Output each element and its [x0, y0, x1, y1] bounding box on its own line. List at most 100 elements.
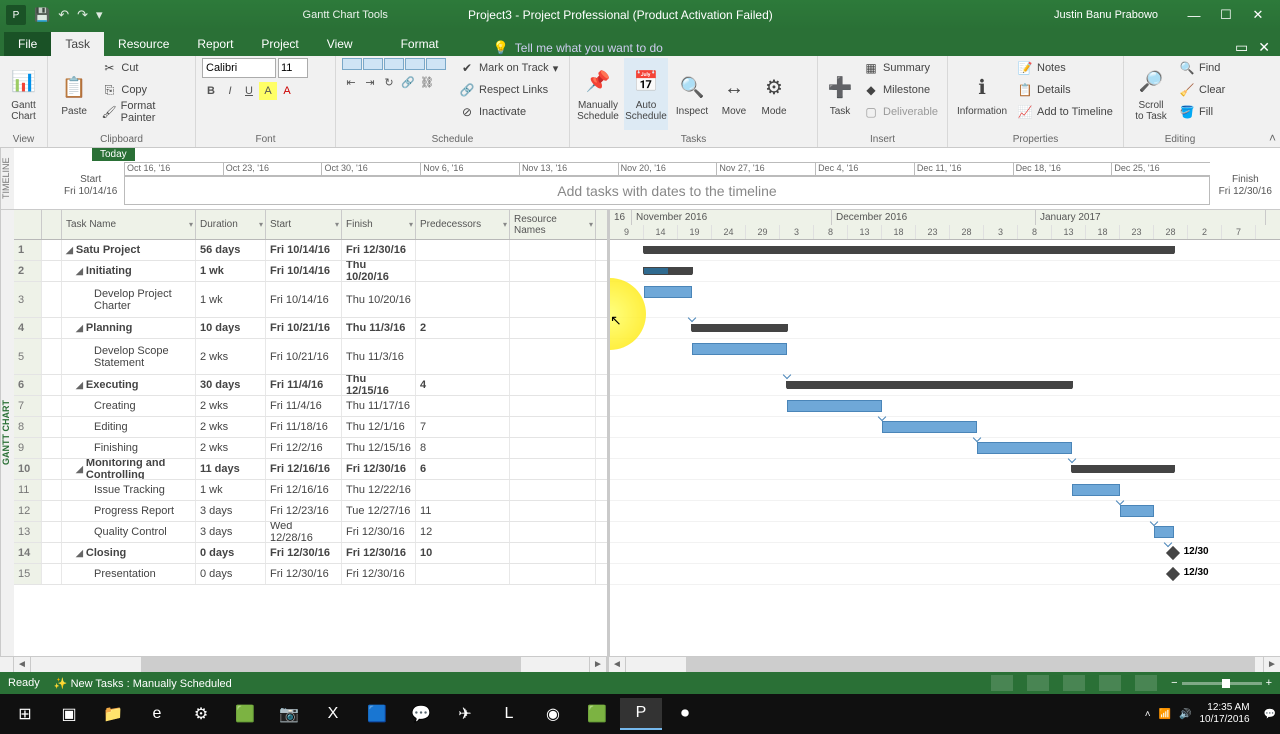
collapse-icon[interactable]: ◢ [76, 323, 83, 334]
finish-cell[interactable]: Thu 11/17/16 [342, 396, 416, 416]
predecessor-cell[interactable]: 7 [416, 417, 510, 437]
view-team[interactable] [1063, 675, 1085, 691]
paste-button[interactable]: 📋Paste [54, 58, 94, 130]
tell-me-search[interactable]: 💡 Tell me what you want to do [493, 40, 663, 56]
highlight-color-button[interactable]: A [259, 82, 277, 100]
duration-cell[interactable]: 0 days [196, 564, 266, 584]
chart-body[interactable]: ↖ 12/3012/30 [610, 240, 1280, 585]
start-header[interactable]: Start▾ [266, 210, 342, 239]
table-row[interactable]: 8Editing2 wksFri 11/18/16Thu 12/1/167 [14, 417, 607, 438]
duration-cell[interactable]: 2 wks [196, 438, 266, 458]
excel-icon[interactable]: X [312, 698, 354, 730]
gantt-row[interactable] [610, 375, 1280, 396]
tab-format[interactable]: Format [387, 32, 453, 56]
signed-in-user[interactable]: Justin Banu Prabowo [1054, 9, 1158, 21]
tab-report[interactable]: Report [183, 32, 247, 56]
row-number[interactable]: 7 [14, 396, 42, 416]
notes-button[interactable]: 📝Notes [1014, 58, 1116, 78]
predecessor-cell[interactable] [416, 564, 510, 584]
bold-button[interactable]: B [202, 82, 220, 100]
chart-scroll-left[interactable]: ◄ [609, 657, 625, 672]
insert-task-button[interactable]: ➕Task [824, 58, 856, 130]
clear-button[interactable]: 🧹Clear [1176, 80, 1228, 100]
finish-cell[interactable]: Fri 12/30/16 [342, 543, 416, 563]
chrome-icon[interactable]: ◉ [532, 698, 574, 730]
mode-button[interactable]: ⚙Mode [756, 58, 792, 130]
task-name-cell[interactable]: ◢Planning [62, 318, 196, 338]
collapse-icon[interactable]: ◢ [76, 464, 83, 475]
app-icon-4[interactable]: 🟩 [576, 698, 618, 730]
row-number[interactable]: 6 [14, 375, 42, 395]
table-row[interactable]: 1◢Satu Project56 daysFri 10/14/16Fri 12/… [14, 240, 607, 261]
gantt-row[interactable] [610, 480, 1280, 501]
row-number[interactable]: 9 [14, 438, 42, 458]
taskview-icon[interactable]: ▣ [48, 698, 90, 730]
predecessor-cell[interactable] [416, 480, 510, 500]
resource-cell[interactable] [510, 282, 596, 317]
row-number[interactable]: 11 [14, 480, 42, 500]
start-cell[interactable]: Fri 12/30/16 [266, 543, 342, 563]
chart-scroll-thumb[interactable] [686, 657, 1255, 672]
table-row[interactable]: 6◢Executing30 daysFri 11/4/16Thu 12/15/1… [14, 375, 607, 396]
resource-header[interactable]: Resource Names▾ [510, 210, 596, 239]
tray-network-icon[interactable]: 📶 [1159, 709, 1171, 720]
resource-cell[interactable] [510, 417, 596, 437]
resource-cell[interactable] [510, 522, 596, 542]
duration-cell[interactable]: 0 days [196, 543, 266, 563]
start-cell[interactable]: Fri 10/14/16 [266, 282, 342, 317]
duration-cell[interactable]: 3 days [196, 501, 266, 521]
task-bar[interactable] [1072, 484, 1120, 496]
row-number[interactable]: 8 [14, 417, 42, 437]
finish-cell[interactable]: Thu 10/20/16 [342, 282, 416, 317]
tray-chevron-icon[interactable]: ˄ [1145, 709, 1151, 720]
indent-button[interactable]: ⇥ [361, 73, 379, 91]
copy-button[interactable]: ⎘Copy [98, 80, 189, 100]
gantt-row[interactable] [610, 261, 1280, 282]
manually-schedule-button[interactable]: 📌Manually Schedule [576, 58, 620, 130]
resource-cell[interactable] [510, 438, 596, 458]
tab-view[interactable]: View [313, 32, 367, 56]
grid-scroll-thumb[interactable] [141, 657, 521, 672]
minimize-button[interactable]: — [1178, 8, 1210, 23]
resource-cell[interactable] [510, 396, 596, 416]
finish-cell[interactable]: Fri 12/30/16 [342, 240, 416, 260]
task-name-header[interactable]: Task Name▾ [62, 210, 196, 239]
milestone-marker[interactable] [1166, 567, 1180, 581]
resource-cell[interactable] [510, 375, 596, 395]
zoom-out-icon[interactable]: − [1171, 677, 1177, 689]
task-name-cell[interactable]: ◢Satu Project [62, 240, 196, 260]
predecessor-cell[interactable]: 8 [416, 438, 510, 458]
notifications-icon[interactable]: 💬 [1264, 709, 1276, 720]
start-cell[interactable]: Fri 11/18/16 [266, 417, 342, 437]
finish-cell[interactable]: Fri 12/30/16 [342, 459, 416, 479]
task-name-cell[interactable]: Editing [62, 417, 196, 437]
scroll-to-task-button[interactable]: 🔎Scroll to Task [1130, 58, 1172, 130]
predecessor-cell[interactable]: 11 [416, 501, 510, 521]
summary-button[interactable]: ▦Summary [860, 58, 941, 78]
finish-header[interactable]: Finish▾ [342, 210, 416, 239]
gantt-row[interactable] [610, 522, 1280, 543]
font-color-button[interactable]: A [278, 82, 296, 100]
gantt-row[interactable] [610, 396, 1280, 417]
gantt-row[interactable] [610, 417, 1280, 438]
predecessor-cell[interactable] [416, 261, 510, 281]
row-number[interactable]: 15 [14, 564, 42, 584]
add-timeline-button[interactable]: 📈Add to Timeline [1014, 102, 1116, 122]
duration-cell[interactable]: 3 days [196, 522, 266, 542]
app-icon-2[interactable]: 📷 [268, 698, 310, 730]
start-cell[interactable]: Fri 12/16/16 [266, 480, 342, 500]
predecessor-cell[interactable] [416, 339, 510, 374]
start-button[interactable]: ⊞ [4, 698, 46, 730]
duration-cell[interactable]: 2 wks [196, 339, 266, 374]
grid-scroll-left[interactable]: ◄ [14, 657, 30, 672]
task-name-cell[interactable]: Creating [62, 396, 196, 416]
details-button[interactable]: 📋Details [1014, 80, 1116, 100]
resource-cell[interactable] [510, 318, 596, 338]
find-button[interactable]: 🔍Find [1176, 58, 1228, 78]
predecessor-cell[interactable] [416, 396, 510, 416]
status-newtasks[interactable]: ✨ New Tasks : Manually Scheduled [54, 677, 232, 690]
gantt-chart-button[interactable]: 📊Gantt Chart [6, 58, 41, 130]
duration-header[interactable]: Duration▾ [196, 210, 266, 239]
start-cell[interactable]: Fri 12/23/16 [266, 501, 342, 521]
task-bar[interactable] [1154, 526, 1174, 538]
